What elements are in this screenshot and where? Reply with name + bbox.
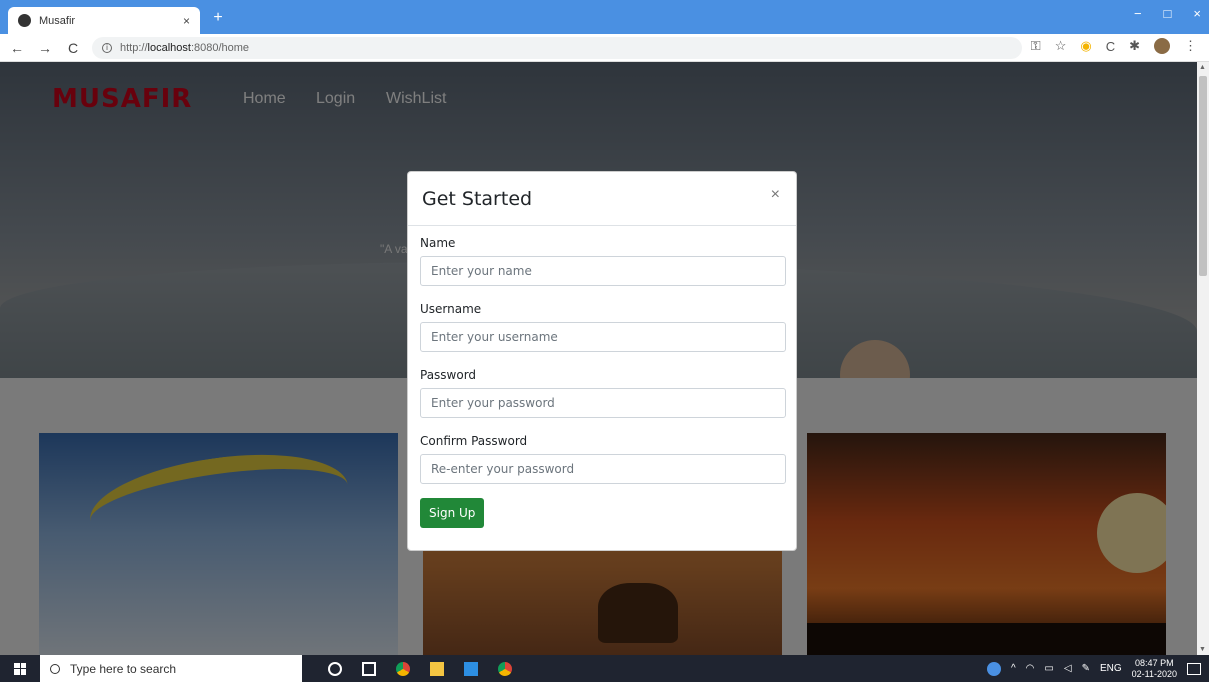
language-indicator[interactable]: ENG	[1100, 663, 1122, 674]
browser-toolbar: ← → C i http://localhost:8080/home ⚿ ☆ ◉…	[0, 34, 1209, 62]
extension-circle-icon[interactable]: ◉	[1080, 38, 1091, 54]
clock-date: 02-11-2020	[1131, 668, 1177, 679]
name-input[interactable]	[420, 256, 786, 286]
taskbar-search[interactable]: Type here to search	[40, 655, 302, 682]
signup-modal: Get Started × Name Username Password Con…	[407, 171, 797, 551]
search-icon	[50, 663, 60, 674]
taskbar-search-placeholder: Type here to search	[70, 661, 177, 676]
modal-header: Get Started ×	[408, 172, 796, 226]
back-arrow-icon[interactable]: ←	[10, 40, 24, 56]
cortana-icon[interactable]	[328, 661, 342, 676]
reload-icon[interactable]: C	[66, 40, 80, 56]
windows-logo-icon	[14, 662, 26, 675]
profile-avatar[interactable]	[1154, 38, 1170, 54]
browser-titlebar: Musafir × + − □ ×	[0, 0, 1209, 34]
task-view-icon[interactable]	[362, 661, 376, 676]
key-icon[interactable]: ⚿	[1031, 38, 1041, 54]
tab-title: Musafir	[39, 14, 76, 27]
tab-close-icon[interactable]: ×	[183, 14, 190, 28]
info-icon[interactable]: i	[102, 43, 112, 53]
close-window-button[interactable]: ×	[1193, 6, 1201, 21]
file-explorer-icon[interactable]	[430, 661, 444, 676]
extension-c-icon[interactable]: C	[1106, 39, 1115, 54]
system-tray: ^ ◠ ▭ ◁ ✎ ENG 08:47 PM 02-11-2020	[986, 655, 1209, 682]
wifi-icon[interactable]: ◠	[1026, 663, 1035, 674]
menu-kebab-icon[interactable]: ⋮	[1184, 38, 1197, 54]
close-icon[interactable]: ×	[771, 186, 780, 204]
chrome-active-icon[interactable]	[498, 661, 512, 676]
vscode-icon[interactable]	[464, 661, 478, 676]
modal-body: Name Username Password Confirm Password …	[408, 226, 796, 528]
help-icon[interactable]	[986, 661, 1001, 676]
window-controls: − □ ×	[1134, 6, 1201, 21]
confirm-password-label: Confirm Password	[420, 434, 528, 448]
url-prefix: http://	[120, 42, 148, 54]
extension-icons: ⚿ ☆ ◉ C ✱ ⋮	[1031, 38, 1197, 54]
chevron-up-icon[interactable]: ^	[1011, 663, 1016, 674]
sign-up-button[interactable]: Sign Up	[420, 498, 485, 528]
confirm-password-input[interactable]	[420, 454, 786, 484]
scroll-down-arrow-icon[interactable]: ▼	[1199, 646, 1206, 653]
forward-arrow-icon[interactable]: →	[38, 40, 52, 56]
volume-icon[interactable]: ◁	[1064, 663, 1072, 674]
scroll-up-arrow-icon[interactable]: ▲	[1199, 64, 1206, 71]
notification-icon[interactable]	[1187, 662, 1201, 675]
username-input[interactable]	[420, 322, 786, 352]
puzzle-icon[interactable]: ✱	[1129, 38, 1140, 54]
chrome-icon[interactable]	[396, 661, 410, 676]
start-button[interactable]	[0, 655, 40, 682]
battery-icon[interactable]: ▭	[1044, 663, 1053, 674]
modal-title: Get Started	[422, 187, 533, 210]
password-label: Password	[420, 368, 477, 382]
taskbar-apps	[328, 661, 512, 676]
minimize-button[interactable]: −	[1134, 6, 1142, 21]
globe-icon	[18, 14, 31, 27]
clock-time: 08:47 PM	[1135, 657, 1174, 668]
maximize-button[interactable]: □	[1164, 6, 1172, 21]
password-input[interactable]	[420, 388, 786, 418]
name-label: Name	[420, 236, 456, 250]
star-icon[interactable]: ☆	[1055, 38, 1067, 54]
address-bar[interactable]: i http://localhost:8080/home	[92, 37, 1022, 59]
new-tab-button[interactable]: +	[208, 8, 228, 28]
scroll-thumb[interactable]	[1199, 76, 1207, 276]
clock[interactable]: 08:47 PM 02-11-2020	[1132, 658, 1177, 680]
pen-icon[interactable]: ✎	[1082, 663, 1090, 674]
url-host: localhost	[147, 42, 191, 54]
username-label: Username	[420, 302, 482, 316]
browser-tab[interactable]: Musafir ×	[8, 7, 200, 34]
windows-taskbar: Type here to search ^ ◠ ▭ ◁ ✎ ENG 08:47 …	[0, 655, 1209, 682]
url-path: :8080/home	[190, 42, 250, 54]
page-viewport: MUSAFIR Home Login WishList "A va Get St…	[0, 62, 1197, 655]
page-scrollbar[interactable]: ▲ ▼	[1197, 62, 1209, 655]
